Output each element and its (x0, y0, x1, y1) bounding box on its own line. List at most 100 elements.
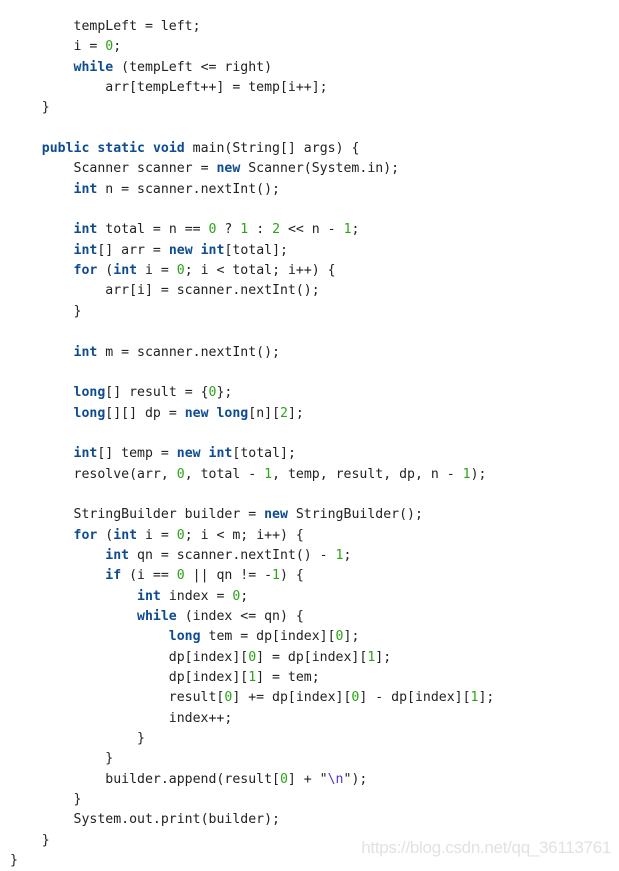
text-token: ] + " (287, 771, 328, 787)
text-token: n = scanner.nextInt(); (97, 181, 280, 197)
keyword-token: while (73, 59, 114, 75)
text-token: ] = tem; (256, 670, 320, 685)
text-token: resolve(arr, (73, 466, 177, 482)
text-token: [] result = { (105, 385, 209, 401)
text-token: i = (137, 263, 177, 279)
code-line: index++; (10, 709, 494, 729)
code-line: long[][] dp = new long[n][2]; (10, 404, 494, 424)
keyword-token: int (73, 344, 98, 360)
code-line: int m = scanner.nextInt(); (10, 343, 494, 363)
code-line: } (10, 302, 494, 322)
text-token: } (137, 731, 145, 747)
text-token: [n][ (248, 405, 281, 421)
keyword-token: int (73, 181, 98, 197)
text-token: ) { (280, 568, 304, 584)
code-line: arr[i] = scanner.nextInt(); (10, 281, 494, 301)
text-token: (i == (121, 568, 177, 584)
number-token: 0 (176, 466, 185, 482)
text-token: dp[index][ (168, 649, 249, 665)
text-token: } (41, 832, 50, 848)
watermark: https://blog.csdn.net/qq_36113761 (361, 838, 611, 857)
keyword-token: long (73, 405, 106, 421)
keyword-token: int (200, 242, 225, 258)
text-token: , temp, result, dp, n - (272, 466, 463, 482)
code-line: int[] temp = new int[total]; (10, 444, 494, 464)
number-token: 1 (272, 568, 280, 584)
keyword-token: long (73, 385, 106, 401)
text-token: StringBuilder(); (287, 507, 423, 523)
text-token: } (105, 751, 114, 767)
code-line: } (10, 790, 494, 810)
code-line: dp[index][0] = dp[index][1]; (10, 648, 494, 668)
code-line: public static void main(String[] args) { (10, 139, 494, 159)
text-token: || qn != - (184, 568, 273, 584)
text-token: [] temp = (97, 446, 177, 462)
text-token: ; i < m; i++) { (184, 527, 304, 543)
number-token: 2 (280, 405, 288, 421)
code-line: if (i == 0 || qn != -1) { (10, 566, 494, 586)
text-token: ; (240, 588, 249, 604)
text-token: ; (351, 222, 360, 238)
code-line: Scanner scanner = new Scanner(System.in)… (10, 159, 494, 179)
number-token: 1 (462, 466, 471, 482)
text-token: ; i < total; i++) { (184, 263, 336, 279)
keyword-token: new (264, 507, 288, 523)
text-token: qn = scanner.nextInt() - (129, 547, 336, 563)
code-line: int index = 0; (10, 587, 494, 607)
text-token: ]; (343, 629, 360, 645)
number-token: 1 (343, 222, 352, 238)
code-line: builder.append(result[0] + "\n"); (10, 770, 494, 790)
text-token: builder.append(result[ (105, 771, 280, 787)
text-token: ]; (478, 690, 495, 706)
number-token: 1 (264, 466, 273, 482)
code-line: i = 0; (10, 37, 494, 57)
text-token: [total]; (224, 242, 288, 258)
text-token: arr[i] = scanner.nextInt(); (105, 283, 320, 299)
text-token: [][] dp = (105, 405, 185, 421)
code-line: dp[index][1] = tem; (10, 668, 494, 688)
code-line: int qn = scanner.nextInt() - 1; (10, 546, 494, 566)
keyword-token: static (97, 141, 145, 157)
code-line: result[0] += dp[index][0] - dp[index][1]… (10, 688, 495, 708)
code-line: resolve(arr, 0, total - 1, temp, result,… (10, 465, 494, 485)
code-line: for (int i = 0; i < m; i++) { (10, 526, 494, 546)
keyword-token: int (208, 446, 233, 462)
code-line: int n = scanner.nextInt(); (10, 180, 494, 200)
keyword-token: new (168, 242, 193, 258)
text-token: result[ (168, 690, 225, 706)
keyword-token: while (137, 608, 177, 624)
text-token: ] - dp[index][ (359, 690, 471, 706)
keyword-token: new (216, 161, 241, 177)
keyword-token: for (73, 263, 98, 279)
keyword-token: new (184, 405, 209, 421)
text-token: ] += dp[index][ (232, 690, 352, 706)
text-token: tem = dp[index][ (200, 629, 336, 645)
code-line: StringBuilder builder = new StringBuilde… (10, 505, 494, 525)
code-line: long[] result = {0}; (10, 383, 494, 403)
text-token: dp[index][ (168, 670, 249, 685)
keyword-token: int (113, 263, 138, 279)
code-line: } (10, 98, 494, 118)
number-token: 1 (335, 547, 344, 563)
text-token: arr[tempLeft++] = temp[i++]; (105, 80, 328, 96)
keyword-token: public (41, 141, 90, 157)
text-token: } (73, 303, 82, 319)
text-token: i = (73, 39, 106, 55)
text-token: index++; (168, 710, 233, 726)
code-line: while (tempLeft <= right) (10, 58, 494, 78)
text-token: ? (216, 222, 241, 238)
code-line: long tem = dp[index][0]; (10, 627, 494, 647)
text-token: } (73, 792, 82, 808)
text-token: [] arr = (97, 242, 169, 258)
text-token: , total - (184, 466, 265, 482)
code-line: System.out.print(builder); (10, 810, 494, 830)
text-token: ] = dp[index][ (256, 649, 368, 665)
keyword-token: int (73, 242, 98, 258)
text-token: } (41, 100, 50, 116)
text-token: ; (343, 547, 352, 563)
keyword-token: long (168, 629, 201, 645)
